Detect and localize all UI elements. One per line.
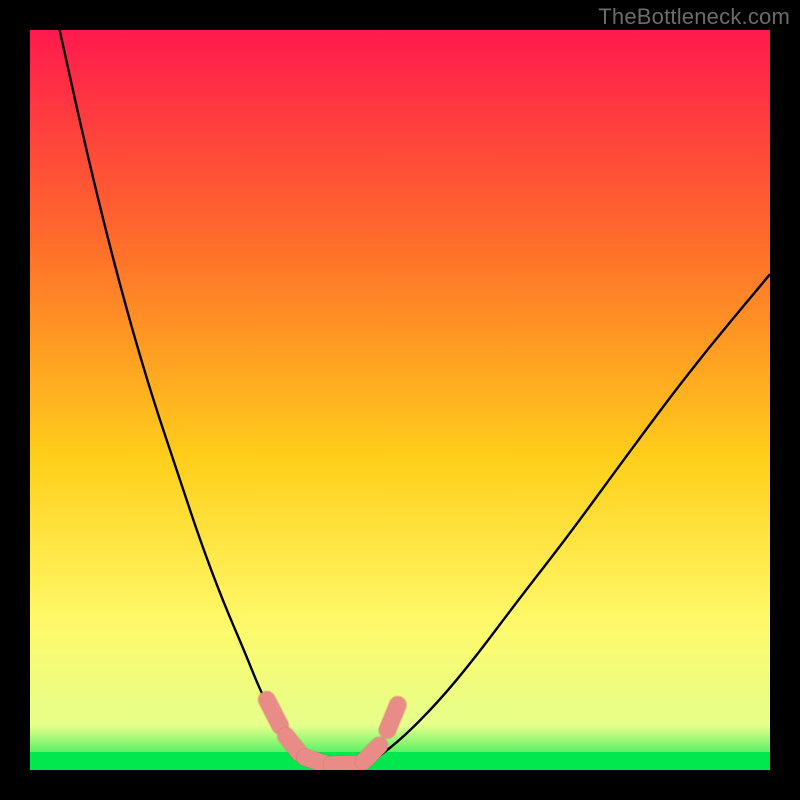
plot-region [30, 30, 770, 770]
left-curve [60, 30, 312, 763]
right-curve [370, 274, 770, 762]
capsule-marker [332, 764, 358, 765]
chart-frame: TheBottleneck.com [0, 0, 800, 800]
capsule-marker [387, 705, 397, 730]
attribution-label: TheBottleneck.com [598, 4, 790, 30]
curve-layer [30, 30, 770, 770]
capsule-marker [364, 746, 380, 762]
capsule-marker [286, 736, 299, 753]
capsule-markers [267, 700, 398, 765]
capsule-marker [267, 700, 280, 726]
